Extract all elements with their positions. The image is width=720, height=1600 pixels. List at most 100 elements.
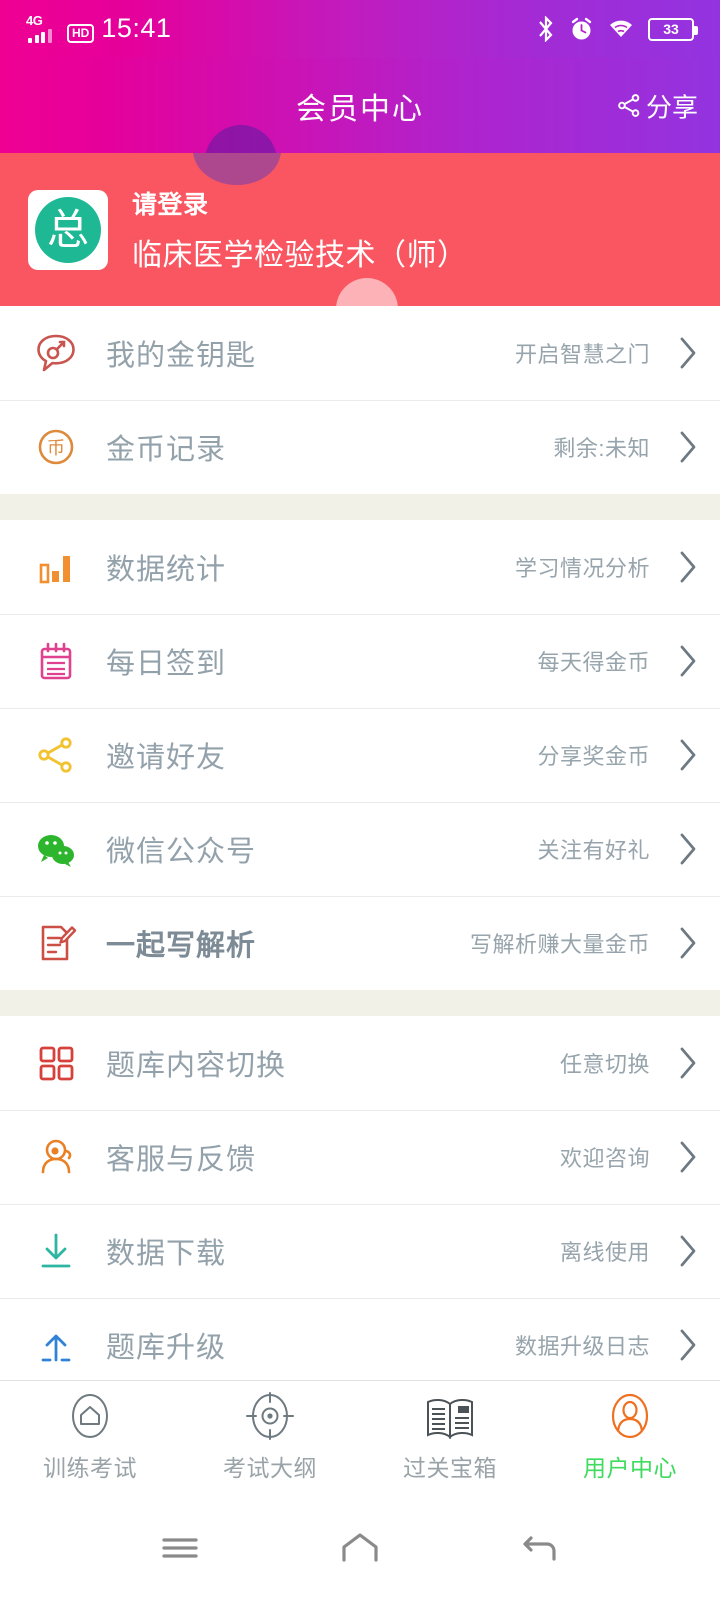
section-separator	[0, 990, 720, 1016]
alarm-icon	[571, 17, 592, 40]
grid-squares-icon	[34, 1041, 78, 1085]
bottom-tab-bar: 训练考试 考试大纲 过关宝箱 用户中心	[0, 1380, 720, 1495]
status-bar: 4G HD 15:41 33	[0, 0, 720, 58]
download-icon	[34, 1229, 78, 1273]
home-oval-icon	[64, 1393, 116, 1442]
settings-list: 我的金钥匙 开启智慧之门币 金币记录 剩余:未知数据统计 学习情况分析每日签到 每天得金币…	[0, 306, 720, 1392]
title-bar: 会员中心 分享	[0, 58, 720, 153]
phone-screen: 4G HD 15:41 33 会员中心 分享 总 请登录 临床医学检验技术（师）…	[0, 0, 720, 1600]
edit-note-icon	[34, 921, 78, 965]
chevron-right-icon	[678, 926, 698, 960]
section-separator	[0, 494, 720, 520]
chevron-right-icon	[678, 550, 698, 584]
share-nodes-icon	[34, 733, 78, 777]
tab-label: 用户中心	[583, 1454, 677, 1481]
hd-icon: HD	[67, 24, 95, 43]
list-item-bar-chart[interactable]: 数据统计 学习情况分析	[0, 520, 720, 614]
list-item-key-bubble[interactable]: 我的金钥匙 开启智慧之门	[0, 306, 720, 400]
list-item-grid-squares[interactable]: 题库内容切换 任意切换	[0, 1016, 720, 1110]
list-item-label: 题库内容切换	[106, 1050, 287, 1082]
support-agent-icon	[34, 1135, 78, 1179]
avatar-character: 总	[35, 196, 101, 263]
list-item-label: 客服与反馈	[106, 1144, 257, 1176]
android-nav-bar	[0, 1495, 720, 1600]
status-bar-clock: 15:41	[101, 13, 172, 43]
battery-percent: 33	[663, 21, 679, 37]
wechat-icon	[34, 827, 78, 871]
decor-circle-purple	[193, 153, 281, 185]
list-item-support-agent[interactable]: 客服与反馈 欢迎咨询	[0, 1110, 720, 1204]
list-item-value: 离线使用	[559, 1240, 650, 1265]
back-icon[interactable]	[511, 1519, 569, 1577]
status-bar-left: 4G HD 15:41	[26, 13, 172, 43]
bluetooth-icon	[539, 16, 553, 42]
list-item-value: 关注有好礼	[537, 838, 650, 863]
upload-icon	[34, 1323, 78, 1367]
list-item-label: 我的金钥匙	[106, 340, 257, 372]
list-item-label: 一起写解析	[106, 930, 257, 962]
list-item-download[interactable]: 数据下载 离线使用	[0, 1204, 720, 1298]
share-button[interactable]: 分享	[616, 87, 698, 124]
wifi-icon	[610, 20, 632, 37]
signal-icon: 4G	[26, 13, 60, 43]
menu-icon[interactable]	[151, 1519, 209, 1577]
profile-header[interactable]: 总 请登录 临床医学检验技术（师）	[0, 153, 720, 306]
list-item-value: 每天得金币	[537, 650, 650, 675]
list-item-value: 学习情况分析	[514, 556, 650, 581]
list-item-value: 分享奖金币	[537, 744, 650, 769]
calendar-icon	[34, 639, 78, 683]
tab-home[interactable]: 训练考试	[0, 1393, 180, 1483]
list-item-value: 写解析赚大量金币	[469, 932, 650, 957]
list-item-calendar[interactable]: 每日签到 每天得金币	[0, 614, 720, 708]
tab-target[interactable]: 考试大纲	[180, 1391, 360, 1483]
chevron-right-icon	[678, 1140, 698, 1174]
profile-text: 请登录 临床医学检验技术（师）	[132, 185, 468, 274]
list-item-label: 数据下载	[106, 1238, 227, 1270]
chevron-right-icon	[678, 1234, 698, 1268]
network-type-label: 4G	[26, 13, 43, 28]
list-item-label: 邀请好友	[106, 742, 227, 774]
share-icon	[618, 94, 640, 117]
svg-text:币: 币	[47, 438, 65, 459]
decor-circle-white	[336, 278, 398, 306]
list-item-label: 微信公众号	[106, 836, 257, 868]
decor-circle-top	[205, 125, 277, 153]
key-bubble-icon	[34, 331, 78, 375]
target-oval-icon	[244, 1391, 296, 1442]
chevron-right-icon	[678, 1046, 698, 1080]
list-item-coin[interactable]: 币 金币记录 剩余:未知	[0, 400, 720, 494]
list-item-value: 剩余:未知	[553, 436, 650, 461]
chevron-right-icon	[678, 738, 698, 772]
battery-icon: 33	[648, 17, 698, 41]
chevron-right-icon	[678, 336, 698, 370]
avatar[interactable]: 总	[28, 189, 108, 270]
status-bar-right: 33	[536, 16, 698, 42]
login-prompt[interactable]: 请登录	[132, 185, 468, 221]
list-item-edit-note[interactable]: 一起写解析 写解析赚大量金币	[0, 896, 720, 990]
bar-chart-icon	[34, 545, 78, 589]
chevron-right-icon	[678, 1328, 698, 1362]
home-icon[interactable]	[331, 1519, 389, 1577]
list-item-label: 题库升级	[106, 1332, 227, 1364]
list-item-label: 金币记录	[106, 434, 227, 466]
list-item-value: 欢迎咨询	[559, 1146, 650, 1171]
tab-book-news[interactable]: 过关宝箱	[360, 1394, 540, 1483]
chevron-right-icon	[678, 832, 698, 866]
signal-bars	[28, 29, 52, 43]
list-item-upload[interactable]: 题库升级 数据升级日志	[0, 1298, 720, 1392]
tab-label: 训练考试	[43, 1454, 137, 1481]
chevron-right-icon	[678, 430, 698, 464]
page-title: 会员中心	[296, 92, 424, 126]
share-label: 分享	[645, 92, 698, 122]
subject-name: 临床医学检验技术（师）	[132, 239, 468, 272]
tab-user[interactable]: 用户中心	[540, 1393, 720, 1483]
chevron-right-icon	[678, 644, 698, 678]
user-oval-icon	[604, 1393, 656, 1442]
list-item-share-nodes[interactable]: 邀请好友 分享奖金币	[0, 708, 720, 802]
list-item-value: 任意切换	[559, 1052, 650, 1077]
list-item-label: 数据统计	[106, 554, 227, 586]
coin-icon: 币	[34, 425, 78, 469]
list-item-wechat[interactable]: 微信公众号 关注有好礼	[0, 802, 720, 896]
book-news-icon	[422, 1394, 478, 1442]
tab-label: 考试大纲	[223, 1454, 317, 1481]
